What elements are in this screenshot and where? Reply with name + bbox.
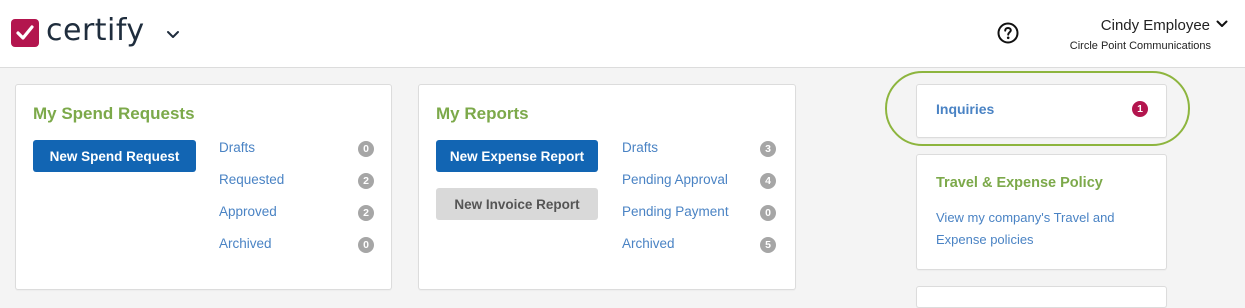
top-header: certify Cindy Employee Circle Point Comm… — [0, 0, 1245, 68]
count-badge: 0 — [760, 205, 776, 221]
reports-drafts-link[interactable]: Drafts — [622, 140, 658, 155]
card-title: My Spend Requests — [33, 104, 195, 123]
logo-wordmark: certify — [46, 13, 145, 48]
count-badge: 5 — [760, 237, 776, 253]
new-invoice-report-button[interactable]: New Invoice Report — [436, 188, 598, 220]
next-card — [916, 286, 1167, 308]
list-item: Drafts 3 — [622, 140, 778, 158]
count-badge: 4 — [760, 173, 776, 189]
policy-link[interactable]: View my company's Travel and Expense pol… — [936, 207, 1146, 251]
count-badge: 2 — [358, 173, 374, 189]
reports-card: My Reports New Expense Report New Invoic… — [418, 84, 796, 290]
inquiries-card[interactable]: Inquiries 1 — [916, 84, 1167, 138]
spend-requests-card: My Spend Requests New Spend Request Draf… — [15, 84, 392, 290]
new-spend-request-button[interactable]: New Spend Request — [33, 140, 196, 172]
list-item: Pending Approval 4 — [622, 172, 778, 190]
certify-logo-icon — [11, 19, 39, 47]
count-badge: 0 — [358, 237, 374, 253]
inquiries-count-badge: 1 — [1132, 101, 1148, 117]
list-item: Approved 2 — [219, 204, 374, 222]
chevron-down-icon[interactable] — [166, 26, 180, 44]
card-title: My Reports — [436, 104, 529, 123]
chevron-down-icon[interactable] — [1216, 15, 1228, 33]
list-item: Requested 2 — [219, 172, 374, 190]
policy-title: Travel & Expense Policy — [936, 175, 1103, 191]
reports-pending-approval-link[interactable]: Pending Approval — [622, 172, 728, 187]
reports-archived-link[interactable]: Archived — [622, 236, 675, 251]
policy-card: Travel & Expense Policy View my company'… — [916, 154, 1167, 270]
inquiries-link[interactable]: Inquiries — [936, 101, 994, 117]
user-name: Cindy Employee — [1100, 17, 1210, 34]
list-item: Pending Payment 0 — [622, 204, 778, 222]
spend-archived-link[interactable]: Archived — [219, 236, 272, 251]
list-item: Drafts 0 — [219, 140, 374, 158]
count-badge: 2 — [358, 205, 374, 221]
list-item: Archived 0 — [219, 236, 374, 254]
count-badge: 0 — [358, 141, 374, 157]
count-badge: 3 — [760, 141, 776, 157]
spend-drafts-link[interactable]: Drafts — [219, 140, 255, 155]
spend-requested-link[interactable]: Requested — [219, 172, 284, 187]
user-menu[interactable]: Cindy Employee Circle Point Communicatio… — [1070, 17, 1228, 52]
reports-pending-payment-link[interactable]: Pending Payment — [622, 204, 729, 219]
company-name: Circle Point Communications — [1069, 40, 1211, 52]
list-item: Archived 5 — [622, 236, 778, 254]
new-expense-report-button[interactable]: New Expense Report — [436, 140, 598, 172]
help-icon[interactable] — [997, 22, 1019, 44]
spend-approved-link[interactable]: Approved — [219, 204, 277, 219]
